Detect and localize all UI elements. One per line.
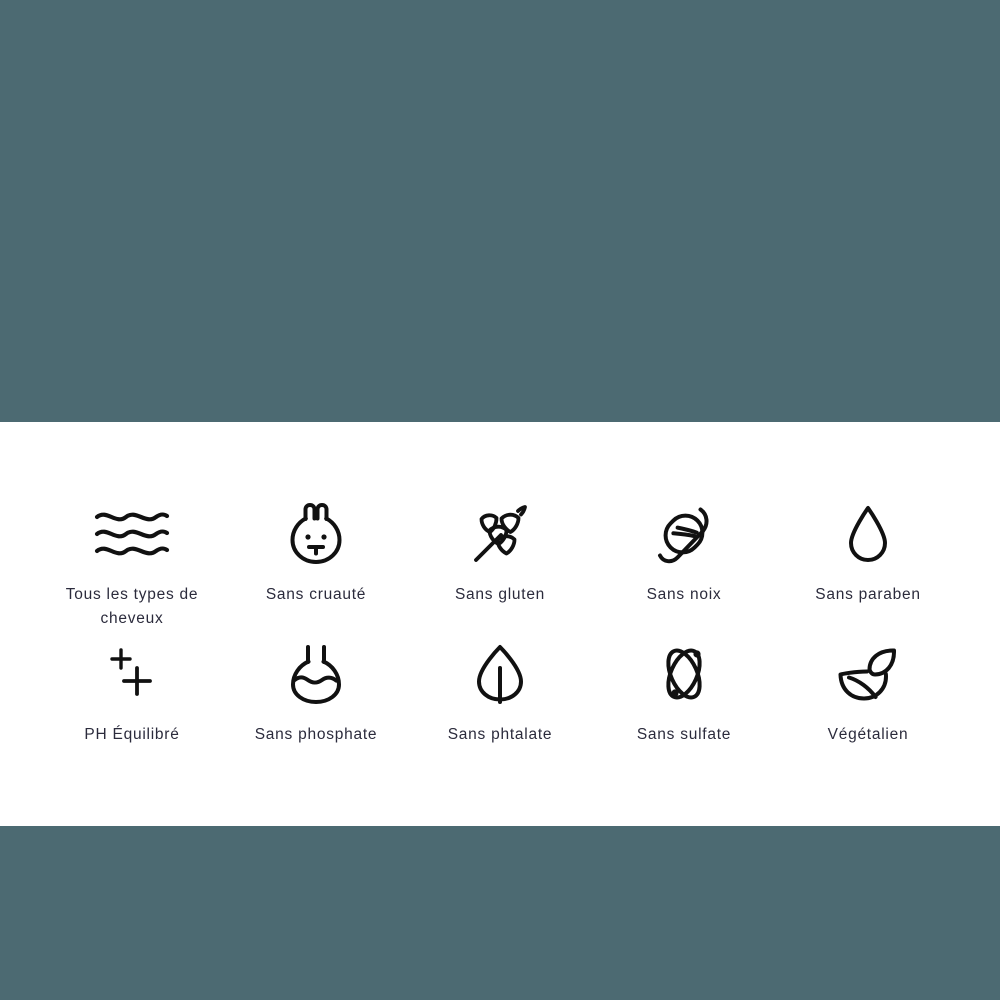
feature-label: Tous les types de cheveux	[65, 586, 199, 627]
bottom-color-band	[0, 826, 1000, 1000]
double-plus-icon	[96, 643, 168, 705]
feature-label: Sans cruauté	[265, 586, 367, 603]
feature-item-cruelty-free[interactable]: Sans cruauté	[224, 495, 408, 637]
feature-grid-row-2: PH Équilibré Sans phosphate Sans phtalat…	[40, 637, 960, 753]
wavy-lines-icon	[94, 501, 170, 567]
feature-label: Végétalien	[827, 726, 909, 743]
feature-item-nut-free[interactable]: Sans noix	[592, 495, 776, 637]
feature-item-paraben-free[interactable]: Sans paraben	[776, 495, 960, 637]
feature-item-vegan[interactable]: Végétalien	[776, 637, 960, 753]
two-leaves-icon	[832, 643, 904, 705]
water-droplet-icon	[832, 501, 904, 567]
feature-item-phosphate-free[interactable]: Sans phosphate	[224, 637, 408, 753]
feature-item-all-hair-types[interactable]: Tous les types de cheveux	[40, 495, 224, 637]
rabbit-head-icon	[280, 501, 352, 567]
feature-label: Sans phosphate	[254, 726, 378, 743]
atom-icon	[648, 643, 720, 705]
product-features-section: Tous les types de cheveux Sans cruauté S…	[0, 422, 1000, 826]
feature-label: Sans gluten	[454, 586, 546, 603]
flask-icon	[280, 643, 352, 705]
feature-item-sulfate-free[interactable]: Sans sulfate	[592, 637, 776, 753]
feature-label: PH Équilibré	[84, 726, 180, 743]
feature-item-gluten-free[interactable]: Sans gluten	[408, 495, 592, 637]
top-color-band	[0, 0, 1000, 422]
feature-label: Sans noix	[646, 586, 722, 603]
leaf-stem-icon	[464, 643, 536, 705]
feature-item-ph-balanced[interactable]: PH Équilibré	[40, 637, 224, 753]
feature-label: Sans sulfate	[636, 726, 732, 743]
feature-grid-row-1: Tous les types de cheveux Sans cruauté S…	[40, 495, 960, 637]
feature-item-phtalate-free[interactable]: Sans phtalate	[408, 637, 592, 753]
peanut-icon	[648, 501, 720, 567]
page-root: Tous les types de cheveux Sans cruauté S…	[0, 0, 1000, 1000]
feature-label: Sans paraben	[815, 586, 921, 603]
wheat-stalk-icon	[464, 501, 536, 567]
feature-label: Sans phtalate	[447, 726, 553, 743]
